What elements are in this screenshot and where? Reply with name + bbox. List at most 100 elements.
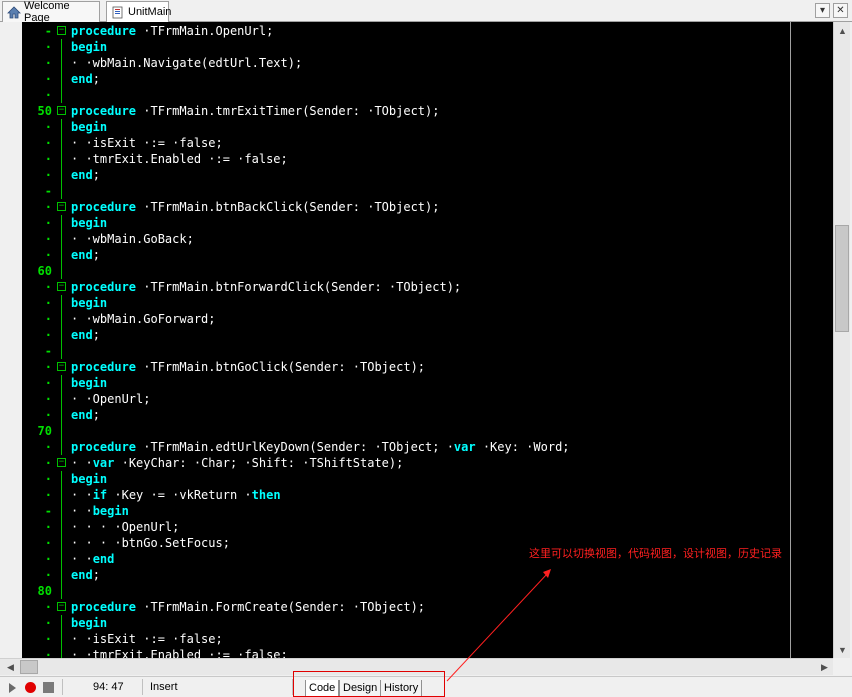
code-text: · ·wbMain.GoForward; <box>71 311 216 327</box>
code-line[interactable]: · · ·if ·Key ·= ·vkReturn ·then <box>22 487 822 503</box>
code-text: · ·end <box>71 551 114 567</box>
code-text: end; <box>71 167 100 183</box>
code-line[interactable]: · begin <box>22 215 822 231</box>
vertical-scrollbar[interactable]: ▲ ▼ <box>833 22 850 658</box>
code-line[interactable]: · − procedure ·TFrmMain.btnForwardClick(Se… <box>22 279 822 295</box>
code-line[interactable]: · end; <box>22 407 822 423</box>
code-line[interactable]: · begin <box>22 615 822 631</box>
keyword-token: then <box>251 488 281 502</box>
code-line[interactable]: 70 <box>22 423 822 439</box>
tab-welcome-page[interactable]: Welcome Page <box>2 0 100 24</box>
fold-guide <box>61 567 62 583</box>
code-token: · · · ·OpenUrl; <box>71 520 180 534</box>
code-line[interactable]: · begin <box>22 295 822 311</box>
code-line[interactable]: 60 <box>22 263 822 279</box>
keyword-token: begin <box>71 296 108 310</box>
tab-unitmain[interactable]: UnitMain <box>106 1 171 22</box>
line-number: · <box>44 296 52 310</box>
code-line[interactable]: 80 <box>22 583 822 599</box>
line-number: · <box>44 120 52 134</box>
code-token: ; <box>92 72 100 86</box>
code-line[interactable]: · · ·OpenUrl; <box>22 391 822 407</box>
code-token: · · · ·btnGo.SetFocus; <box>71 536 230 550</box>
code-text: · ·isExit ·:= ·false; <box>71 135 223 151</box>
line-number: · <box>44 360 52 374</box>
code-line[interactable]: · · ·isExit ·:= ·false; <box>22 135 822 151</box>
fold-guide <box>61 135 62 151</box>
keyword-token: procedure <box>71 360 137 374</box>
line-number: · <box>44 280 52 294</box>
code-token: ; <box>92 568 100 582</box>
fold-collapse-icon[interactable]: − <box>57 282 66 291</box>
code-line[interactable]: · · ·isExit ·:= ·false; <box>22 631 822 647</box>
line-number: · <box>44 616 52 630</box>
keyword-token: procedure <box>71 280 137 294</box>
code-line[interactable]: · · ·wbMain.GoBack; <box>22 231 822 247</box>
code-line[interactable]: · · ·tmrExit.Enabled ·:= ·false; <box>22 151 822 167</box>
code-text: · · · ·btnGo.SetFocus; <box>71 535 230 551</box>
keyword-token: begin <box>71 616 108 630</box>
code-line[interactable]: · end; <box>22 71 822 87</box>
close-icon: ✕ <box>836 4 845 16</box>
code-line[interactable]: · end; <box>22 567 822 583</box>
stop-macro-icon[interactable] <box>43 682 54 693</box>
code-line[interactable]: · − · ·var ·KeyChar: ·Char; ·Shift: ·TShif… <box>22 455 822 471</box>
code-token: · ·tmrExit.Enabled ·:= ·false; <box>71 648 288 658</box>
line-number: · <box>44 536 52 550</box>
code-line[interactable]: · end; <box>22 247 822 263</box>
close-tab-button[interactable]: ✕ <box>833 3 848 18</box>
scroll-down-icon[interactable]: ▼ <box>834 641 851 658</box>
code-line[interactable]: · · ·wbMain.GoForward; <box>22 311 822 327</box>
keyword-token: begin <box>71 216 108 230</box>
code-line[interactable]: - <box>22 343 822 359</box>
code-line[interactable]: · end; <box>22 327 822 343</box>
keyword-token: begin <box>92 504 129 518</box>
insert-mode-indicator: Insert <box>150 681 178 693</box>
vertical-scroll-thumb[interactable] <box>835 225 849 332</box>
keyword-token: end <box>71 568 93 582</box>
code-line[interactable]: · · ·wbMain.Navigate(edtUrl.Text); <box>22 55 822 71</box>
line-number: - <box>44 344 52 358</box>
fold-collapse-icon[interactable]: − <box>57 106 66 115</box>
fold-collapse-icon[interactable]: − <box>57 26 66 35</box>
code-text: · ·tmrExit.Enabled ·:= ·false; <box>71 647 288 658</box>
code-line[interactable]: · · ·tmrExit.Enabled ·:= ·false; <box>22 647 822 658</box>
code-line[interactable]: · − procedure ·TFrmMain.btnGoClick(Sender:… <box>22 359 822 375</box>
code-line[interactable]: - <box>22 183 822 199</box>
chevron-down-icon: ▾ <box>819 4 826 16</box>
code-line[interactable]: · begin <box>22 119 822 135</box>
code-line[interactable]: · begin <box>22 39 822 55</box>
tab-list-dropdown-button[interactable]: ▾ <box>815 3 830 18</box>
fold-collapse-icon[interactable]: − <box>57 602 66 611</box>
scroll-right-icon[interactable]: ▶ <box>816 659 833 676</box>
code-text: · ·OpenUrl; <box>71 391 150 407</box>
code-line[interactable]: - · ·begin <box>22 503 822 519</box>
code-line[interactable]: · · · · ·OpenUrl; <box>22 519 822 535</box>
play-macro-icon[interactable] <box>9 683 16 693</box>
code-line[interactable]: 50− procedure ·TFrmMain.tmrExitTimer(Send… <box>22 103 822 119</box>
code-line[interactable]: · − procedure ·TFrmMain.FormCreate(Sender:… <box>22 599 822 615</box>
fold-collapse-icon[interactable]: − <box>57 458 66 467</box>
scroll-up-icon[interactable]: ▲ <box>834 22 851 39</box>
line-number: · <box>44 392 52 406</box>
code-text: · ·tmrExit.Enabled ·:= ·false; <box>71 151 288 167</box>
record-macro-icon[interactable] <box>25 682 36 693</box>
code-line[interactable]: · <box>22 87 822 103</box>
keyword-token: end <box>71 248 93 262</box>
code-line[interactable]: · − procedure ·TFrmMain.btnBackClick(Sende… <box>22 199 822 215</box>
scroll-left-icon[interactable]: ◀ <box>2 659 19 676</box>
horizontal-scroll-thumb[interactable] <box>20 660 38 674</box>
code-editor[interactable]: - − procedure ·TFrmMain.OpenUrl; · begin · · ·… <box>22 22 833 658</box>
fold-collapse-icon[interactable]: − <box>57 202 66 211</box>
code-text: end; <box>71 247 100 263</box>
code-line[interactable]: - − procedure ·TFrmMain.OpenUrl; <box>22 23 822 39</box>
code-line[interactable]: · procedure ·TFrmMain.edtUrlKeyDown(Sende… <box>22 439 822 455</box>
code-line[interactable]: · begin <box>22 375 822 391</box>
code-line[interactable]: · end; <box>22 167 822 183</box>
line-number: · <box>44 456 52 470</box>
code-token: ·TFrmMain.btnBackClick(Sender: ·TObject)… <box>136 200 440 214</box>
code-line[interactable]: · begin <box>22 471 822 487</box>
fold-collapse-icon[interactable]: − <box>57 362 66 371</box>
line-number: · <box>44 168 52 182</box>
code-token: ; <box>92 248 100 262</box>
